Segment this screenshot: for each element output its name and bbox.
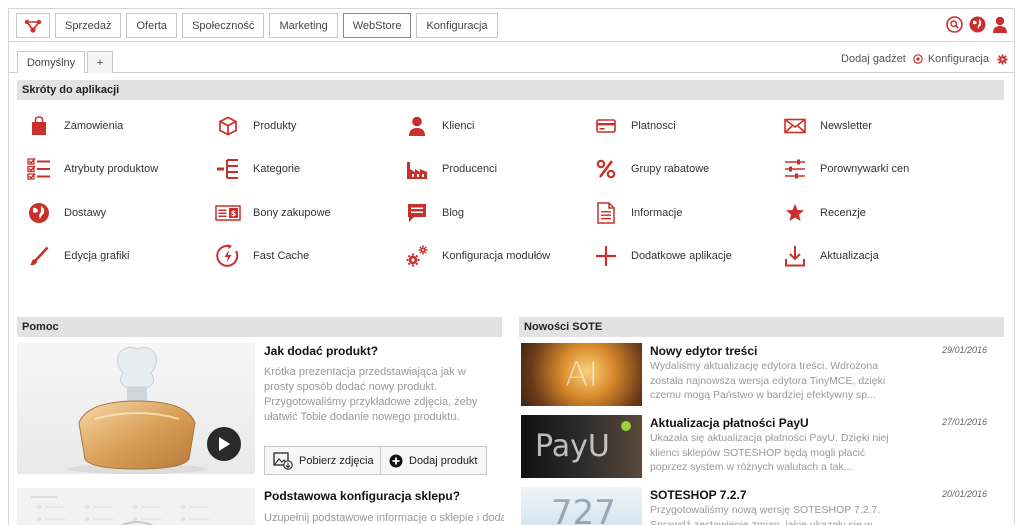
shortcut-platnosci[interactable]: Platnosci [593, 115, 676, 137]
app-frame: Sprzedaż Oferta Społeczność Marketing We… [8, 8, 1015, 525]
download-photos-button[interactable]: Pobierz zdjęcia [264, 446, 383, 475]
payu-dot-icon [621, 421, 631, 431]
circle-plus-icon [913, 54, 923, 64]
tab-default[interactable]: Domyślny [17, 51, 85, 73]
factory-icon [404, 158, 430, 180]
nav-konfiguracja[interactable]: Konfiguracja [416, 13, 498, 38]
news-thumbnail-text: 727 [551, 493, 616, 525]
tab-actions: Dodaj gadżet Konfiguracja [841, 53, 1008, 65]
shortcut-dostawy[interactable]: Dostawy [26, 202, 106, 224]
gear-icon[interactable] [997, 53, 1008, 65]
shortcut-konfiguracja-modulow[interactable]: Konfiguracja modułów [404, 245, 550, 267]
gears-icon [404, 245, 430, 267]
nav-oferta[interactable]: Oferta [126, 13, 178, 38]
svg-text:$: $ [231, 209, 237, 218]
shortcut-produkty[interactable]: Produkty [215, 115, 296, 137]
tab-add[interactable]: + [87, 51, 113, 73]
news-item-text: Przygotowaliśmy nową wersję SOTESHOP 7.2… [650, 504, 881, 525]
logo-button[interactable] [16, 13, 50, 38]
shortcut-dodatkowe-aplikacje[interactable]: Dodatkowe aplikacje [593, 245, 732, 267]
nav-menu: Sprzedaż Oferta Społeczność Marketing We… [55, 13, 498, 38]
play-button[interactable] [207, 427, 241, 461]
help-config-thumbnail[interactable] [17, 488, 255, 525]
shortcut-grupy-rabatowe[interactable]: Grupy rabatowe [593, 158, 709, 180]
news-thumbnail-payu[interactable]: PayU [521, 415, 642, 478]
play-icon [219, 437, 230, 451]
help-header: Pomoc [17, 317, 502, 337]
voucher-icon: $ [215, 202, 241, 224]
brush-icon [26, 245, 52, 267]
top-icons [946, 16, 1008, 33]
plus-icon [593, 245, 619, 267]
news-thumbnail-text: PayU [535, 429, 610, 464]
dashboard-tabs: Domyślny + Dodaj gadżet Konfiguracja [9, 43, 1014, 73]
document-icon [593, 202, 619, 224]
news-item-date: 27/01/2016 [942, 417, 988, 427]
shopping-bag-icon [26, 115, 52, 137]
user-icon [404, 115, 430, 137]
globe-icon[interactable] [969, 16, 986, 33]
news-item-text: Ukazała się aktualizacja płatności PayU.… [650, 432, 889, 473]
checklist-icon [26, 158, 52, 180]
shortcut-newsletter[interactable]: Newsletter [782, 115, 872, 137]
add-product-button[interactable]: Dodaj produkt [380, 446, 487, 475]
image-download-icon [273, 451, 293, 470]
download-icon [782, 245, 808, 267]
news-item-text: Wydaliśmy aktualizację edytora treści. W… [650, 360, 886, 401]
credit-card-icon [593, 115, 619, 137]
shortcut-fast-cache[interactable]: Fast Cache [215, 244, 309, 267]
news-thumbnail-text: AI [565, 355, 599, 395]
star-icon [782, 202, 808, 224]
news-item-title[interactable]: SOTESHOP 7.2.7 [650, 488, 747, 502]
news-item-date: 20/01/2016 [942, 489, 988, 499]
nav-webstore[interactable]: WebStore [342, 13, 412, 38]
envelope-icon [782, 115, 808, 137]
circle-plus-icon [389, 454, 403, 467]
shortcut-atrybuty[interactable]: Atrybuty produktow [26, 158, 158, 180]
news-header: Nowości SOTE [519, 317, 1004, 337]
search-icon[interactable] [946, 16, 963, 33]
box-icon [215, 115, 241, 137]
shortcut-kategorie[interactable]: Kategorie [215, 158, 300, 180]
news-thumbnail-editor[interactable]: AI [521, 343, 642, 406]
shortcut-aktualizacja[interactable]: Aktualizacja [782, 245, 879, 267]
add-gadget-link[interactable]: Dodaj gadżet [841, 53, 906, 65]
top-navigation: Sprzedaż Oferta Społeczność Marketing We… [9, 9, 1014, 42]
shortcut-zamowienia[interactable]: Zamowienia [26, 115, 123, 137]
shortcuts-header: Skróty do aplikacji [17, 80, 1004, 100]
nav-marketing[interactable]: Marketing [269, 13, 338, 38]
shortcut-klienci[interactable]: Klienci [404, 115, 474, 137]
shortcut-producenci[interactable]: Producenci [404, 158, 497, 180]
help-item-title[interactable]: Jak dodać produkt? [264, 344, 378, 358]
settings-preview-icon [31, 496, 209, 525]
percent-icon [593, 158, 619, 180]
news-item-title[interactable]: Aktualizacja płatności PayU [650, 416, 809, 430]
sliders-icon [782, 158, 808, 180]
shortcut-porownywarki[interactable]: Porownywarki cen [782, 158, 909, 180]
help-video-thumbnail[interactable] [17, 343, 255, 474]
shortcut-edycja-grafiki[interactable]: Edycja grafiki [26, 245, 129, 267]
help-item-text: Uzupełnij podstawowe informacje o sklepi… [264, 512, 504, 524]
news-thumbnail-version[interactable]: 727 [521, 487, 642, 525]
shortcut-bony[interactable]: $ Bony zakupowe [215, 202, 331, 224]
chat-bubble-icon [404, 202, 430, 224]
shortcut-recenzje[interactable]: Recenzje [782, 202, 866, 224]
nav-sprzedaz[interactable]: Sprzedaż [55, 13, 122, 38]
help-item-title[interactable]: Podstawowa konfiguracja sklepu? [264, 489, 460, 503]
help-item-text: Krótka prezentacja przedstawiająca jak w… [264, 366, 478, 423]
globe-icon [26, 202, 52, 224]
shortcut-informacje[interactable]: Informacje [593, 202, 682, 224]
config-link[interactable]: Konfiguracja [928, 53, 989, 65]
refresh-bolt-icon [215, 244, 241, 267]
user-icon[interactable] [992, 16, 1008, 33]
news-item-date: 29/01/2016 [942, 345, 988, 355]
logo-icon [24, 19, 42, 33]
category-tree-icon [215, 158, 241, 180]
nav-spolecznosc[interactable]: Społeczność [182, 13, 265, 38]
news-item-title[interactable]: Nowy edytor treści [650, 344, 757, 358]
shortcut-blog[interactable]: Blog [404, 202, 464, 224]
